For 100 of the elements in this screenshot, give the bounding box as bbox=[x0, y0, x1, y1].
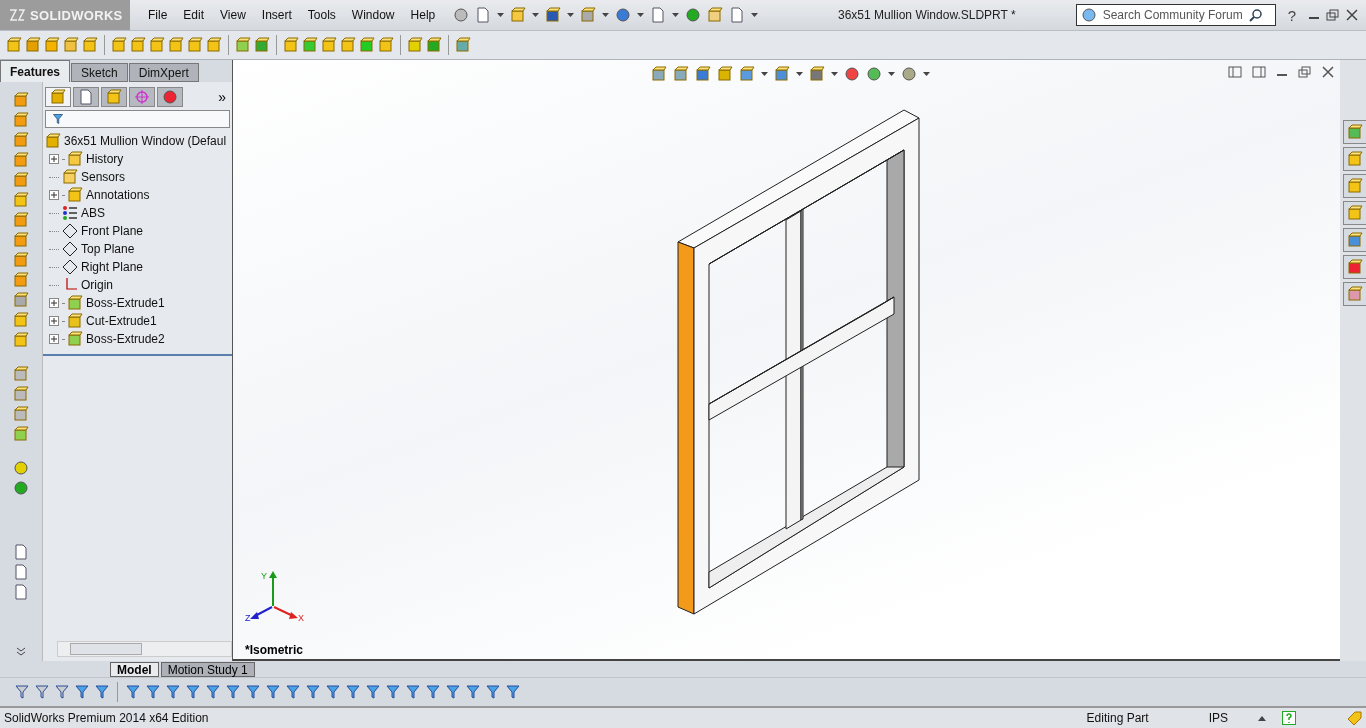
menu-item[interactable]: Tools bbox=[299, 8, 344, 22]
tree-item[interactable]: History bbox=[86, 152, 124, 166]
feature-tool-icon[interactable] bbox=[359, 37, 375, 53]
command-icon[interactable] bbox=[13, 272, 29, 288]
caret-icon[interactable] bbox=[637, 13, 645, 17]
display-manager-tab[interactable] bbox=[157, 87, 183, 107]
selection-filter-icon[interactable] bbox=[225, 684, 241, 700]
task-pane-tab[interactable] bbox=[1343, 255, 1366, 279]
command-icon[interactable] bbox=[13, 426, 29, 442]
close-icon[interactable] bbox=[1322, 66, 1334, 78]
view-tool-icon[interactable] bbox=[901, 66, 917, 82]
selection-filter-icon[interactable] bbox=[465, 684, 481, 700]
task-pane-tab[interactable] bbox=[1343, 228, 1366, 252]
feature-tool-icon[interactable] bbox=[130, 37, 146, 53]
expand-toggle[interactable] bbox=[49, 190, 59, 200]
expand-chevron-icon[interactable] bbox=[16, 647, 26, 657]
horizontal-scrollbar[interactable] bbox=[57, 641, 232, 657]
feature-tool-icon[interactable] bbox=[206, 37, 222, 53]
selection-filter-icon[interactable] bbox=[325, 684, 341, 700]
selection-filter-icon[interactable] bbox=[385, 684, 401, 700]
up-arrow-icon[interactable] bbox=[1258, 715, 1266, 721]
dimxpert-manager-tab[interactable] bbox=[129, 87, 155, 107]
selection-filter-icon[interactable] bbox=[285, 684, 301, 700]
task-pane-tab[interactable] bbox=[1343, 174, 1366, 198]
task-pane-tab[interactable] bbox=[1343, 282, 1366, 306]
command-icon[interactable] bbox=[13, 332, 29, 348]
caret-icon[interactable] bbox=[831, 72, 838, 76]
tree-item[interactable]: Sensors bbox=[81, 170, 126, 184]
command-icon[interactable] bbox=[13, 92, 29, 108]
tree-root-label[interactable]: 36x51 Mullion Window (Defaul bbox=[64, 134, 227, 148]
command-icon[interactable] bbox=[13, 386, 29, 402]
selection-filter-icon[interactable] bbox=[445, 684, 461, 700]
task-pane-tab[interactable] bbox=[1343, 147, 1366, 171]
menu-item[interactable]: Window bbox=[343, 8, 403, 22]
selection-filter-icon[interactable] bbox=[265, 684, 281, 700]
selection-filter-icon[interactable] bbox=[165, 684, 181, 700]
caret-icon[interactable] bbox=[532, 13, 540, 17]
expand-toggle[interactable] bbox=[49, 316, 59, 326]
command-icon[interactable] bbox=[13, 232, 29, 248]
menu-item[interactable]: Edit bbox=[175, 8, 213, 22]
command-icon[interactable] bbox=[13, 112, 29, 128]
selection-filter-icon[interactable] bbox=[34, 684, 50, 700]
tag-icon[interactable] bbox=[1346, 711, 1362, 725]
feature-tool-icon[interactable] bbox=[6, 37, 22, 53]
command-icon[interactable] bbox=[13, 292, 29, 308]
view-tool-icon[interactable] bbox=[651, 66, 667, 82]
caret-icon[interactable] bbox=[602, 13, 610, 17]
selection-filter-icon[interactable] bbox=[405, 684, 421, 700]
command-icon[interactable] bbox=[13, 152, 29, 168]
menu-item[interactable]: File bbox=[140, 8, 176, 22]
view-tool-icon[interactable] bbox=[774, 66, 790, 82]
units-label[interactable]: IPS bbox=[1208, 711, 1228, 725]
menu-item[interactable]: Insert bbox=[253, 8, 300, 22]
selection-filter-icon[interactable] bbox=[485, 684, 501, 700]
scrollbar-thumb[interactable] bbox=[70, 643, 142, 655]
feature-tool-icon[interactable] bbox=[321, 37, 337, 53]
caret-icon[interactable] bbox=[923, 72, 930, 76]
tree-item[interactable]: Origin bbox=[81, 278, 113, 292]
command-icon[interactable] bbox=[13, 132, 29, 148]
feature-tool-icon[interactable] bbox=[455, 37, 471, 53]
restore-icon[interactable] bbox=[1298, 66, 1312, 78]
manager-tab[interactable]: Features bbox=[0, 60, 71, 82]
selection-filter-icon[interactable] bbox=[185, 684, 201, 700]
feature-tool-icon[interactable] bbox=[82, 37, 98, 53]
selection-filter-icon[interactable] bbox=[345, 684, 361, 700]
selection-filter-icon[interactable] bbox=[425, 684, 441, 700]
caret-icon[interactable] bbox=[751, 13, 759, 17]
caret-icon[interactable] bbox=[497, 13, 505, 17]
study-tab[interactable]: Model bbox=[110, 662, 159, 677]
feature-tool-icon[interactable] bbox=[63, 37, 79, 53]
view-tool-icon[interactable] bbox=[739, 66, 755, 82]
view-tool-icon[interactable] bbox=[844, 66, 860, 82]
configuration-manager-tab[interactable] bbox=[101, 87, 127, 107]
task-pane-tab[interactable] bbox=[1343, 120, 1366, 144]
tree-item[interactable]: Cut-Extrude1 bbox=[86, 314, 157, 328]
close-icon[interactable] bbox=[1346, 9, 1358, 21]
command-icon[interactable] bbox=[13, 312, 29, 328]
feature-tool-icon[interactable] bbox=[283, 37, 299, 53]
selection-filter-icon[interactable] bbox=[505, 684, 521, 700]
feature-tool-icon[interactable] bbox=[235, 37, 251, 53]
feature-tool-icon[interactable] bbox=[149, 37, 165, 53]
selection-filter-icon[interactable] bbox=[14, 684, 30, 700]
tree-item[interactable]: Annotations bbox=[86, 188, 150, 202]
task-pane-tab[interactable] bbox=[1343, 201, 1366, 225]
study-tab[interactable]: Motion Study 1 bbox=[160, 662, 255, 677]
more-tabs-button[interactable]: » bbox=[218, 89, 226, 105]
help-icon[interactable] bbox=[1282, 711, 1296, 725]
caret-icon[interactable] bbox=[567, 13, 575, 17]
expand-toggle[interactable] bbox=[49, 154, 59, 164]
feature-manager-tab[interactable] bbox=[45, 87, 71, 107]
manager-tab[interactable]: DimXpert bbox=[128, 63, 199, 82]
tree-item[interactable]: Front Plane bbox=[81, 224, 144, 238]
command-icon[interactable] bbox=[13, 172, 29, 188]
selection-filter-icon[interactable] bbox=[305, 684, 321, 700]
restore-icon[interactable] bbox=[1326, 9, 1340, 21]
feature-tool-icon[interactable] bbox=[254, 37, 270, 53]
tree-item[interactable]: Top Plane bbox=[81, 242, 135, 256]
selection-filter-icon[interactable] bbox=[74, 684, 90, 700]
feature-tool-icon[interactable] bbox=[378, 37, 394, 53]
tree-item[interactable]: Boss-Extrude1 bbox=[86, 296, 165, 310]
